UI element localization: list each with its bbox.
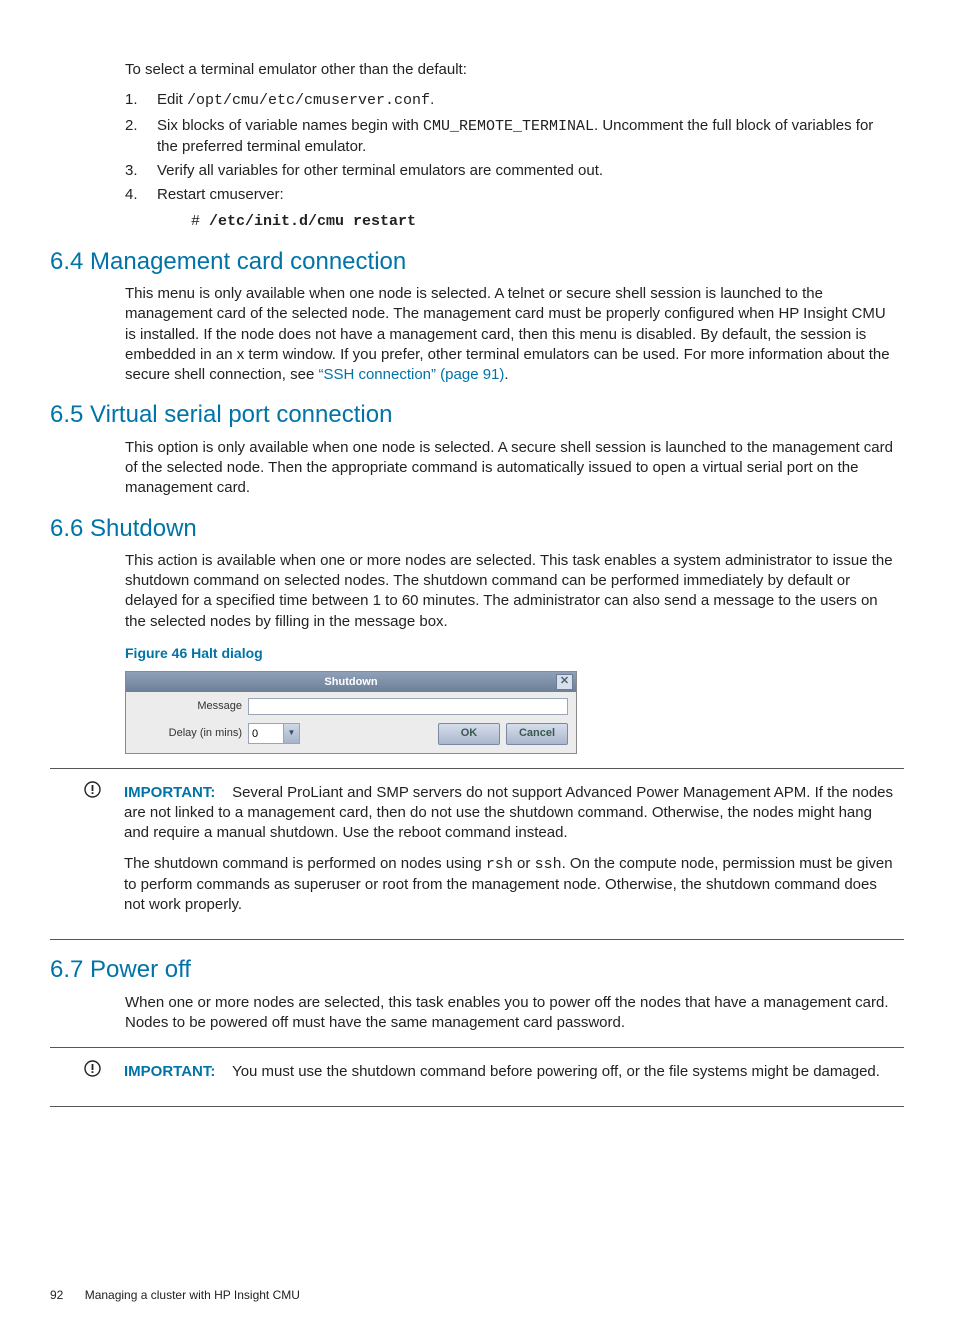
text: . xyxy=(504,366,508,383)
paragraph: The shutdown command is performed on nod… xyxy=(124,854,894,916)
message-row: Message xyxy=(134,698,568,715)
text: Restart cmuserver: xyxy=(157,186,284,203)
step-number: 2. xyxy=(125,116,157,158)
message-label: Message xyxy=(134,699,248,714)
dialog-titlebar: Shutdown ✕ xyxy=(126,672,576,692)
important-content: IMPORTANT: You must use the shutdown com… xyxy=(124,1058,880,1092)
important-label: IMPORTANT: xyxy=(124,1063,215,1080)
step-1: 1. Edit /opt/cmu/etc/cmuserver.conf. xyxy=(125,90,894,111)
paragraph: This action is available when one or mor… xyxy=(125,551,894,632)
code-path: /opt/cmu/etc/cmuserver.conf xyxy=(187,92,430,109)
paragraph: When one or more nodes are selected, thi… xyxy=(125,993,894,1034)
text: Six blocks of variable names begin with xyxy=(157,117,423,134)
text: Edit xyxy=(157,91,187,108)
dialog-title-text: Shutdown xyxy=(324,676,377,688)
section-6-7-body: When one or more nodes are selected, thi… xyxy=(125,993,894,1034)
paragraph: This menu is only available when one nod… xyxy=(125,284,894,385)
delay-input[interactable] xyxy=(249,724,283,743)
figure-caption: Figure 46 Halt dialog xyxy=(125,644,894,663)
code-var: CMU_REMOTE_TERMINAL xyxy=(423,118,594,135)
steps-list: 1. Edit /opt/cmu/etc/cmuserver.conf. 2. … xyxy=(125,90,894,232)
heading-6-7: 6.7 Power off xyxy=(50,954,904,986)
heading-6-5: 6.5 Virtual serial port connection xyxy=(50,399,904,431)
divider xyxy=(50,939,904,940)
ok-button[interactable]: OK xyxy=(438,723,500,745)
section-6-4-body: This menu is only available when one nod… xyxy=(125,284,894,385)
text: You must use the shutdown command before… xyxy=(232,1063,880,1080)
delay-spinner[interactable]: ▼ xyxy=(248,723,300,744)
important-label: IMPORTANT: xyxy=(124,784,215,801)
intro-section: To select a terminal emulator other than… xyxy=(125,60,894,232)
important-icon xyxy=(84,1058,124,1092)
shutdown-dialog: Shutdown ✕ Message Delay (in mins) ▼ OK … xyxy=(125,671,577,754)
dialog-body: Message Delay (in mins) ▼ OK Cancel xyxy=(126,692,576,753)
divider xyxy=(50,1047,904,1048)
prompt: # xyxy=(191,213,209,230)
chevron-down-icon[interactable]: ▼ xyxy=(283,724,299,743)
command: /etc/init.d/cmu restart xyxy=(209,213,416,230)
section-6-6-body: This action is available when one or mor… xyxy=(125,551,894,754)
text: or xyxy=(513,855,535,872)
close-icon[interactable]: ✕ xyxy=(556,674,573,690)
step-text: Restart cmuserver: # /etc/init.d/cmu res… xyxy=(157,185,416,232)
paragraph: This option is only available when one n… xyxy=(125,438,894,499)
text: . xyxy=(430,91,434,108)
step-text: Edit /opt/cmu/etc/cmuserver.conf. xyxy=(157,90,434,111)
ssh-connection-link[interactable]: “SSH connection” (page 91) xyxy=(318,366,504,383)
important-note-2: IMPORTANT: You must use the shutdown com… xyxy=(84,1058,894,1092)
cancel-button[interactable]: Cancel xyxy=(506,723,568,745)
step-4: 4. Restart cmuserver: # /etc/init.d/cmu … xyxy=(125,185,894,232)
divider xyxy=(50,768,904,769)
code: ssh xyxy=(535,856,562,873)
heading-6-4: 6.4 Management card connection xyxy=(50,246,904,278)
step-2: 2. Six blocks of variable names begin wi… xyxy=(125,116,894,158)
important-content: IMPORTANT: Several ProLiant and SMP serv… xyxy=(124,779,894,926)
command-block: # /etc/init.d/cmu restart xyxy=(191,212,416,232)
footer-title: Managing a cluster with HP Insight CMU xyxy=(85,1288,300,1302)
step-text: Six blocks of variable names begin with … xyxy=(157,116,894,158)
divider xyxy=(50,1106,904,1107)
paragraph: IMPORTANT: You must use the shutdown com… xyxy=(124,1062,880,1082)
step-number: 4. xyxy=(125,185,157,232)
text: Several ProLiant and SMP servers do not … xyxy=(124,784,893,842)
code: rsh xyxy=(486,856,513,873)
delay-label: Delay (in mins) xyxy=(134,726,248,741)
important-icon xyxy=(84,779,124,926)
step-text: Verify all variables for other terminal … xyxy=(157,161,603,181)
intro-lead: To select a terminal emulator other than… xyxy=(125,60,894,80)
page-footer: 92 Managing a cluster with HP Insight CM… xyxy=(50,1287,904,1303)
paragraph: IMPORTANT: Several ProLiant and SMP serv… xyxy=(124,783,894,844)
section-6-5-body: This option is only available when one n… xyxy=(125,438,894,499)
delay-row: Delay (in mins) ▼ OK Cancel xyxy=(134,723,568,745)
step-3: 3. Verify all variables for other termin… xyxy=(125,161,894,181)
page-number: 92 xyxy=(50,1288,63,1302)
message-input[interactable] xyxy=(248,698,568,715)
important-note-1: IMPORTANT: Several ProLiant and SMP serv… xyxy=(84,779,894,926)
step-number: 1. xyxy=(125,90,157,111)
step-number: 3. xyxy=(125,161,157,181)
text: The shutdown command is performed on nod… xyxy=(124,855,486,872)
heading-6-6: 6.6 Shutdown xyxy=(50,513,904,545)
